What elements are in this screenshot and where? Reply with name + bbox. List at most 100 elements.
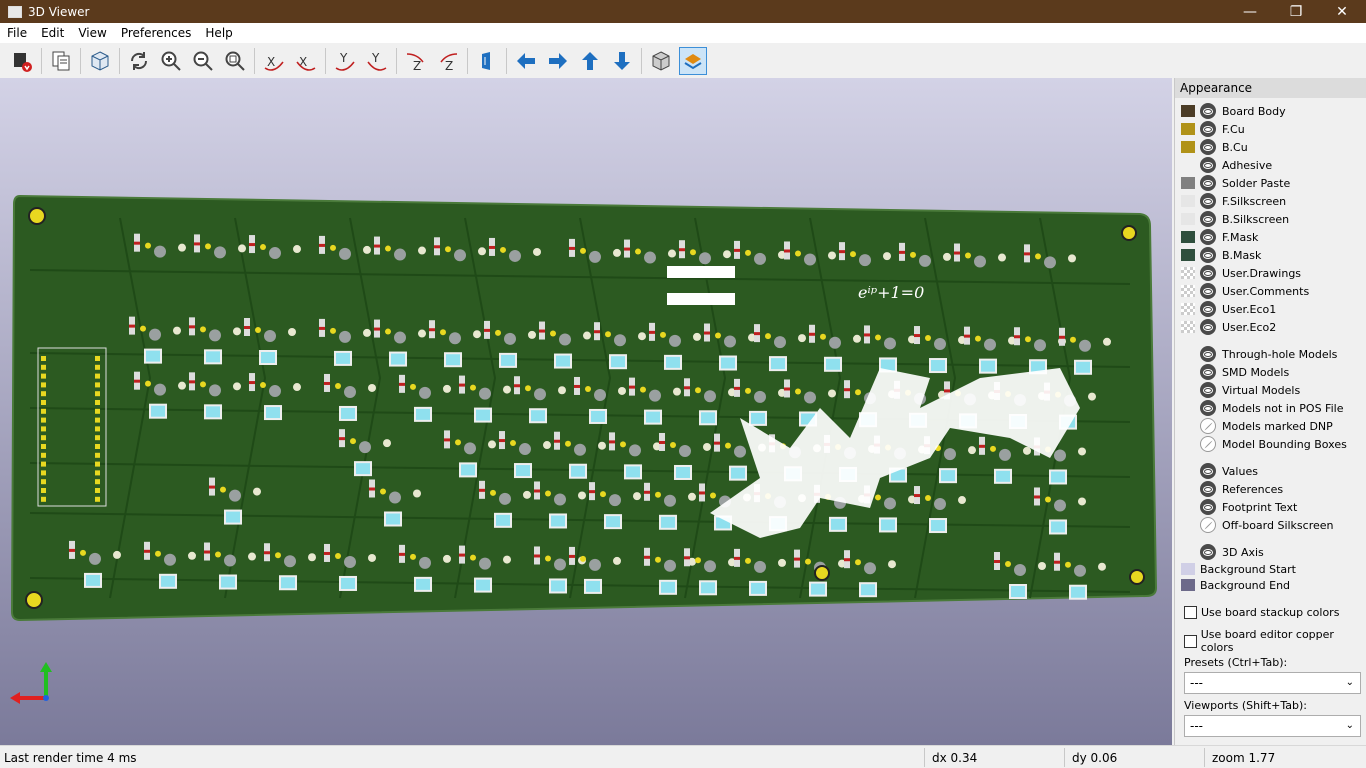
menu-view[interactable]: View	[71, 26, 113, 40]
rotate-z-cw-icon[interactable]: Z	[402, 47, 430, 75]
color-swatch[interactable]	[1181, 420, 1195, 432]
eye-icon[interactable]	[1200, 121, 1216, 137]
layer-user-drawings[interactable]: User.Drawings	[1181, 264, 1301, 282]
color-swatch[interactable]	[1181, 177, 1195, 189]
layer-f-silkscreen[interactable]: F.Silkscreen	[1181, 192, 1286, 210]
eye-hidden-icon[interactable]	[1200, 418, 1216, 434]
arrow-down-icon[interactable]	[608, 47, 636, 75]
color-swatch[interactable]	[1181, 159, 1195, 171]
eye-icon[interactable]	[1200, 247, 1216, 263]
checkbox-use-board-editor-copper-colors[interactable]: Use board editor copper colors	[1184, 628, 1366, 654]
rotate-y-ccw-icon[interactable]: Y	[363, 47, 391, 75]
layer-off-board-silkscreen[interactable]: Off-board Silkscreen	[1181, 516, 1334, 534]
checkbox-box[interactable]	[1184, 634, 1197, 648]
layer-b-mask[interactable]: B.Mask	[1181, 246, 1261, 264]
color-swatch[interactable]	[1181, 546, 1195, 558]
layer-b-cu[interactable]: B.Cu	[1181, 138, 1248, 156]
eye-icon[interactable]	[1200, 499, 1216, 515]
layer-models-marked-dnp[interactable]: Models marked DNP	[1181, 417, 1333, 435]
eye-icon[interactable]	[1200, 544, 1216, 560]
arrow-right-icon[interactable]	[544, 47, 572, 75]
layers-icon[interactable]	[679, 46, 707, 75]
arrow-left-icon[interactable]	[512, 47, 540, 75]
arrow-up-icon[interactable]	[576, 47, 604, 75]
eye-icon[interactable]	[1200, 175, 1216, 191]
layer-3d-axis[interactable]: 3D Axis	[1181, 543, 1264, 561]
color-swatch[interactable]	[1181, 366, 1195, 378]
zoom-in-icon[interactable]	[157, 47, 185, 75]
color-swatch[interactable]	[1181, 519, 1195, 531]
color-swatch[interactable]	[1181, 501, 1195, 513]
presets-dropdown[interactable]: --- ⌄	[1184, 672, 1361, 694]
menu-help[interactable]: Help	[198, 26, 239, 40]
checkbox-box[interactable]	[1184, 606, 1197, 619]
layer-b-silkscreen[interactable]: B.Silkscreen	[1181, 210, 1289, 228]
color-swatch[interactable]	[1181, 123, 1195, 135]
color-swatch[interactable]	[1181, 384, 1195, 396]
color-swatch[interactable]	[1181, 438, 1195, 450]
eye-icon[interactable]	[1200, 193, 1216, 209]
eye-icon[interactable]	[1200, 211, 1216, 227]
eye-icon[interactable]	[1200, 103, 1216, 119]
zoom-fit-icon[interactable]	[221, 47, 249, 75]
layer-through-hole-models[interactable]: Through-hole Models	[1181, 345, 1337, 363]
layer-values[interactable]: Values	[1181, 462, 1258, 480]
color-swatch[interactable]	[1181, 579, 1195, 591]
layer-solder-paste[interactable]: Solder Paste	[1181, 174, 1290, 192]
menu-edit[interactable]: Edit	[34, 26, 71, 40]
eye-icon[interactable]	[1200, 265, 1216, 281]
color-swatch[interactable]	[1181, 249, 1195, 261]
layer-user-comments[interactable]: User.Comments	[1181, 282, 1309, 300]
eye-icon[interactable]	[1200, 283, 1216, 299]
eye-icon[interactable]	[1200, 157, 1216, 173]
color-swatch[interactable]	[1181, 465, 1195, 477]
layer-model-bounding-boxes[interactable]: Model Bounding Boxes	[1181, 435, 1347, 453]
rotate-z-ccw-icon[interactable]: Z	[434, 47, 462, 75]
eye-icon[interactable]	[1200, 463, 1216, 479]
viewports-dropdown[interactable]: --- ⌄	[1184, 715, 1361, 737]
eye-icon[interactable]	[1200, 364, 1216, 380]
eye-icon[interactable]	[1200, 346, 1216, 362]
rotate-y-cw-icon[interactable]: Y	[331, 47, 359, 75]
layer-board-body[interactable]: Board Body	[1181, 102, 1286, 120]
layer-f-cu[interactable]: F.Cu	[1181, 120, 1245, 138]
eye-icon[interactable]	[1200, 139, 1216, 155]
eye-icon[interactable]	[1200, 319, 1216, 335]
layer-virtual-models[interactable]: Virtual Models	[1181, 381, 1300, 399]
layer-user-eco2[interactable]: User.Eco2	[1181, 318, 1276, 336]
color-swatch[interactable]	[1181, 267, 1195, 279]
color-swatch[interactable]	[1181, 303, 1195, 315]
ortho-icon[interactable]	[647, 47, 675, 75]
layer-user-eco1[interactable]: User.Eco1	[1181, 300, 1276, 318]
menu-file[interactable]: File	[0, 26, 34, 40]
eye-icon[interactable]	[1200, 301, 1216, 317]
color-swatch[interactable]	[1181, 285, 1195, 297]
close-button[interactable]: ✕	[1319, 0, 1365, 23]
zoom-out-icon[interactable]	[189, 47, 217, 75]
layer-f-mask[interactable]: F.Mask	[1181, 228, 1258, 246]
color-swatch[interactable]	[1181, 231, 1195, 243]
color-swatch[interactable]	[1181, 348, 1195, 360]
color-swatch[interactable]	[1181, 141, 1195, 153]
color-swatch[interactable]	[1181, 483, 1195, 495]
color-swatch[interactable]	[1181, 402, 1195, 414]
restore-button[interactable]: ❐	[1273, 0, 1319, 23]
color-swatch[interactable]	[1181, 321, 1195, 333]
eye-icon[interactable]	[1200, 229, 1216, 245]
layer-references[interactable]: References	[1181, 480, 1283, 498]
checkbox-use-board-stackup-colors[interactable]: Use board stackup colors	[1184, 606, 1339, 619]
rotate-x-ccw-icon[interactable]: X	[292, 47, 320, 75]
color-swatch[interactable]	[1181, 105, 1195, 117]
layer-adhesive[interactable]: Adhesive	[1181, 156, 1272, 174]
board-3d-icon[interactable]	[86, 47, 114, 75]
eye-icon[interactable]	[1200, 382, 1216, 398]
color-swatch[interactable]	[1181, 195, 1195, 207]
copy-icon[interactable]	[47, 47, 75, 75]
layer-footprint-text[interactable]: Footprint Text	[1181, 498, 1297, 516]
layer-models-not-in-pos-file[interactable]: Models not in POS File	[1181, 399, 1343, 417]
eye-icon[interactable]	[1200, 481, 1216, 497]
render-icon[interactable]	[8, 47, 36, 75]
eye-icon[interactable]	[1200, 400, 1216, 416]
color-swatch[interactable]	[1181, 213, 1195, 225]
eye-hidden-icon[interactable]	[1200, 517, 1216, 533]
